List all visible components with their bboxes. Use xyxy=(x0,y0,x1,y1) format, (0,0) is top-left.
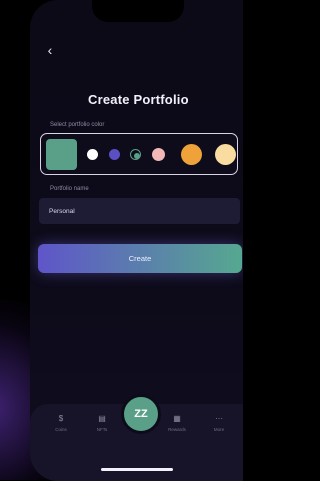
color-picker xyxy=(40,133,238,175)
dollar-coin-icon: $ xyxy=(58,414,64,423)
home-indicator xyxy=(101,468,173,471)
device-notch xyxy=(92,0,184,22)
color-option-pink[interactable] xyxy=(152,148,165,161)
nav-item-coins[interactable]: $ Coins xyxy=(46,414,76,444)
zz-logo-icon: ZZ xyxy=(134,408,148,420)
chevron-left-icon: ‹ xyxy=(47,42,53,58)
app-screen: ‹ Create Portfolio Select portfolio colo… xyxy=(0,0,243,481)
portfolio-name-input[interactable] xyxy=(39,198,240,224)
color-option-green[interactable] xyxy=(130,149,141,160)
color-option-indigo[interactable] xyxy=(109,149,120,160)
nav-item-more[interactable]: ··· More xyxy=(204,414,234,444)
color-option-orange[interactable] xyxy=(181,144,202,165)
color-option-white[interactable] xyxy=(87,149,98,160)
page-title: Create Portfolio xyxy=(88,92,189,107)
gift-icon: ▦ xyxy=(173,414,181,423)
color-picker-label: Select portfolio color xyxy=(50,122,105,128)
nav-item-nfts[interactable]: ▤ NFTs xyxy=(87,414,117,444)
nav-label: More xyxy=(213,427,225,432)
zz-center-button[interactable]: ZZ xyxy=(121,394,161,434)
back-button[interactable]: ‹ xyxy=(42,42,58,58)
portfolio-name-label: Portfolio name xyxy=(50,186,89,192)
nav-label: Rewards xyxy=(168,427,186,432)
create-button[interactable]: Create xyxy=(38,244,242,273)
nft-stack-icon: ▤ xyxy=(98,414,106,423)
more-dots-icon: ··· xyxy=(215,414,223,423)
color-option-cream[interactable] xyxy=(215,144,236,165)
phone-screen: ‹ Create Portfolio Select portfolio colo… xyxy=(30,0,243,481)
selected-color-swatch[interactable] xyxy=(46,139,77,170)
nav-label: NFTs xyxy=(96,427,108,432)
nav-label: Coins xyxy=(55,427,67,432)
nav-item-rewards[interactable]: ▦ Rewards xyxy=(162,414,192,444)
